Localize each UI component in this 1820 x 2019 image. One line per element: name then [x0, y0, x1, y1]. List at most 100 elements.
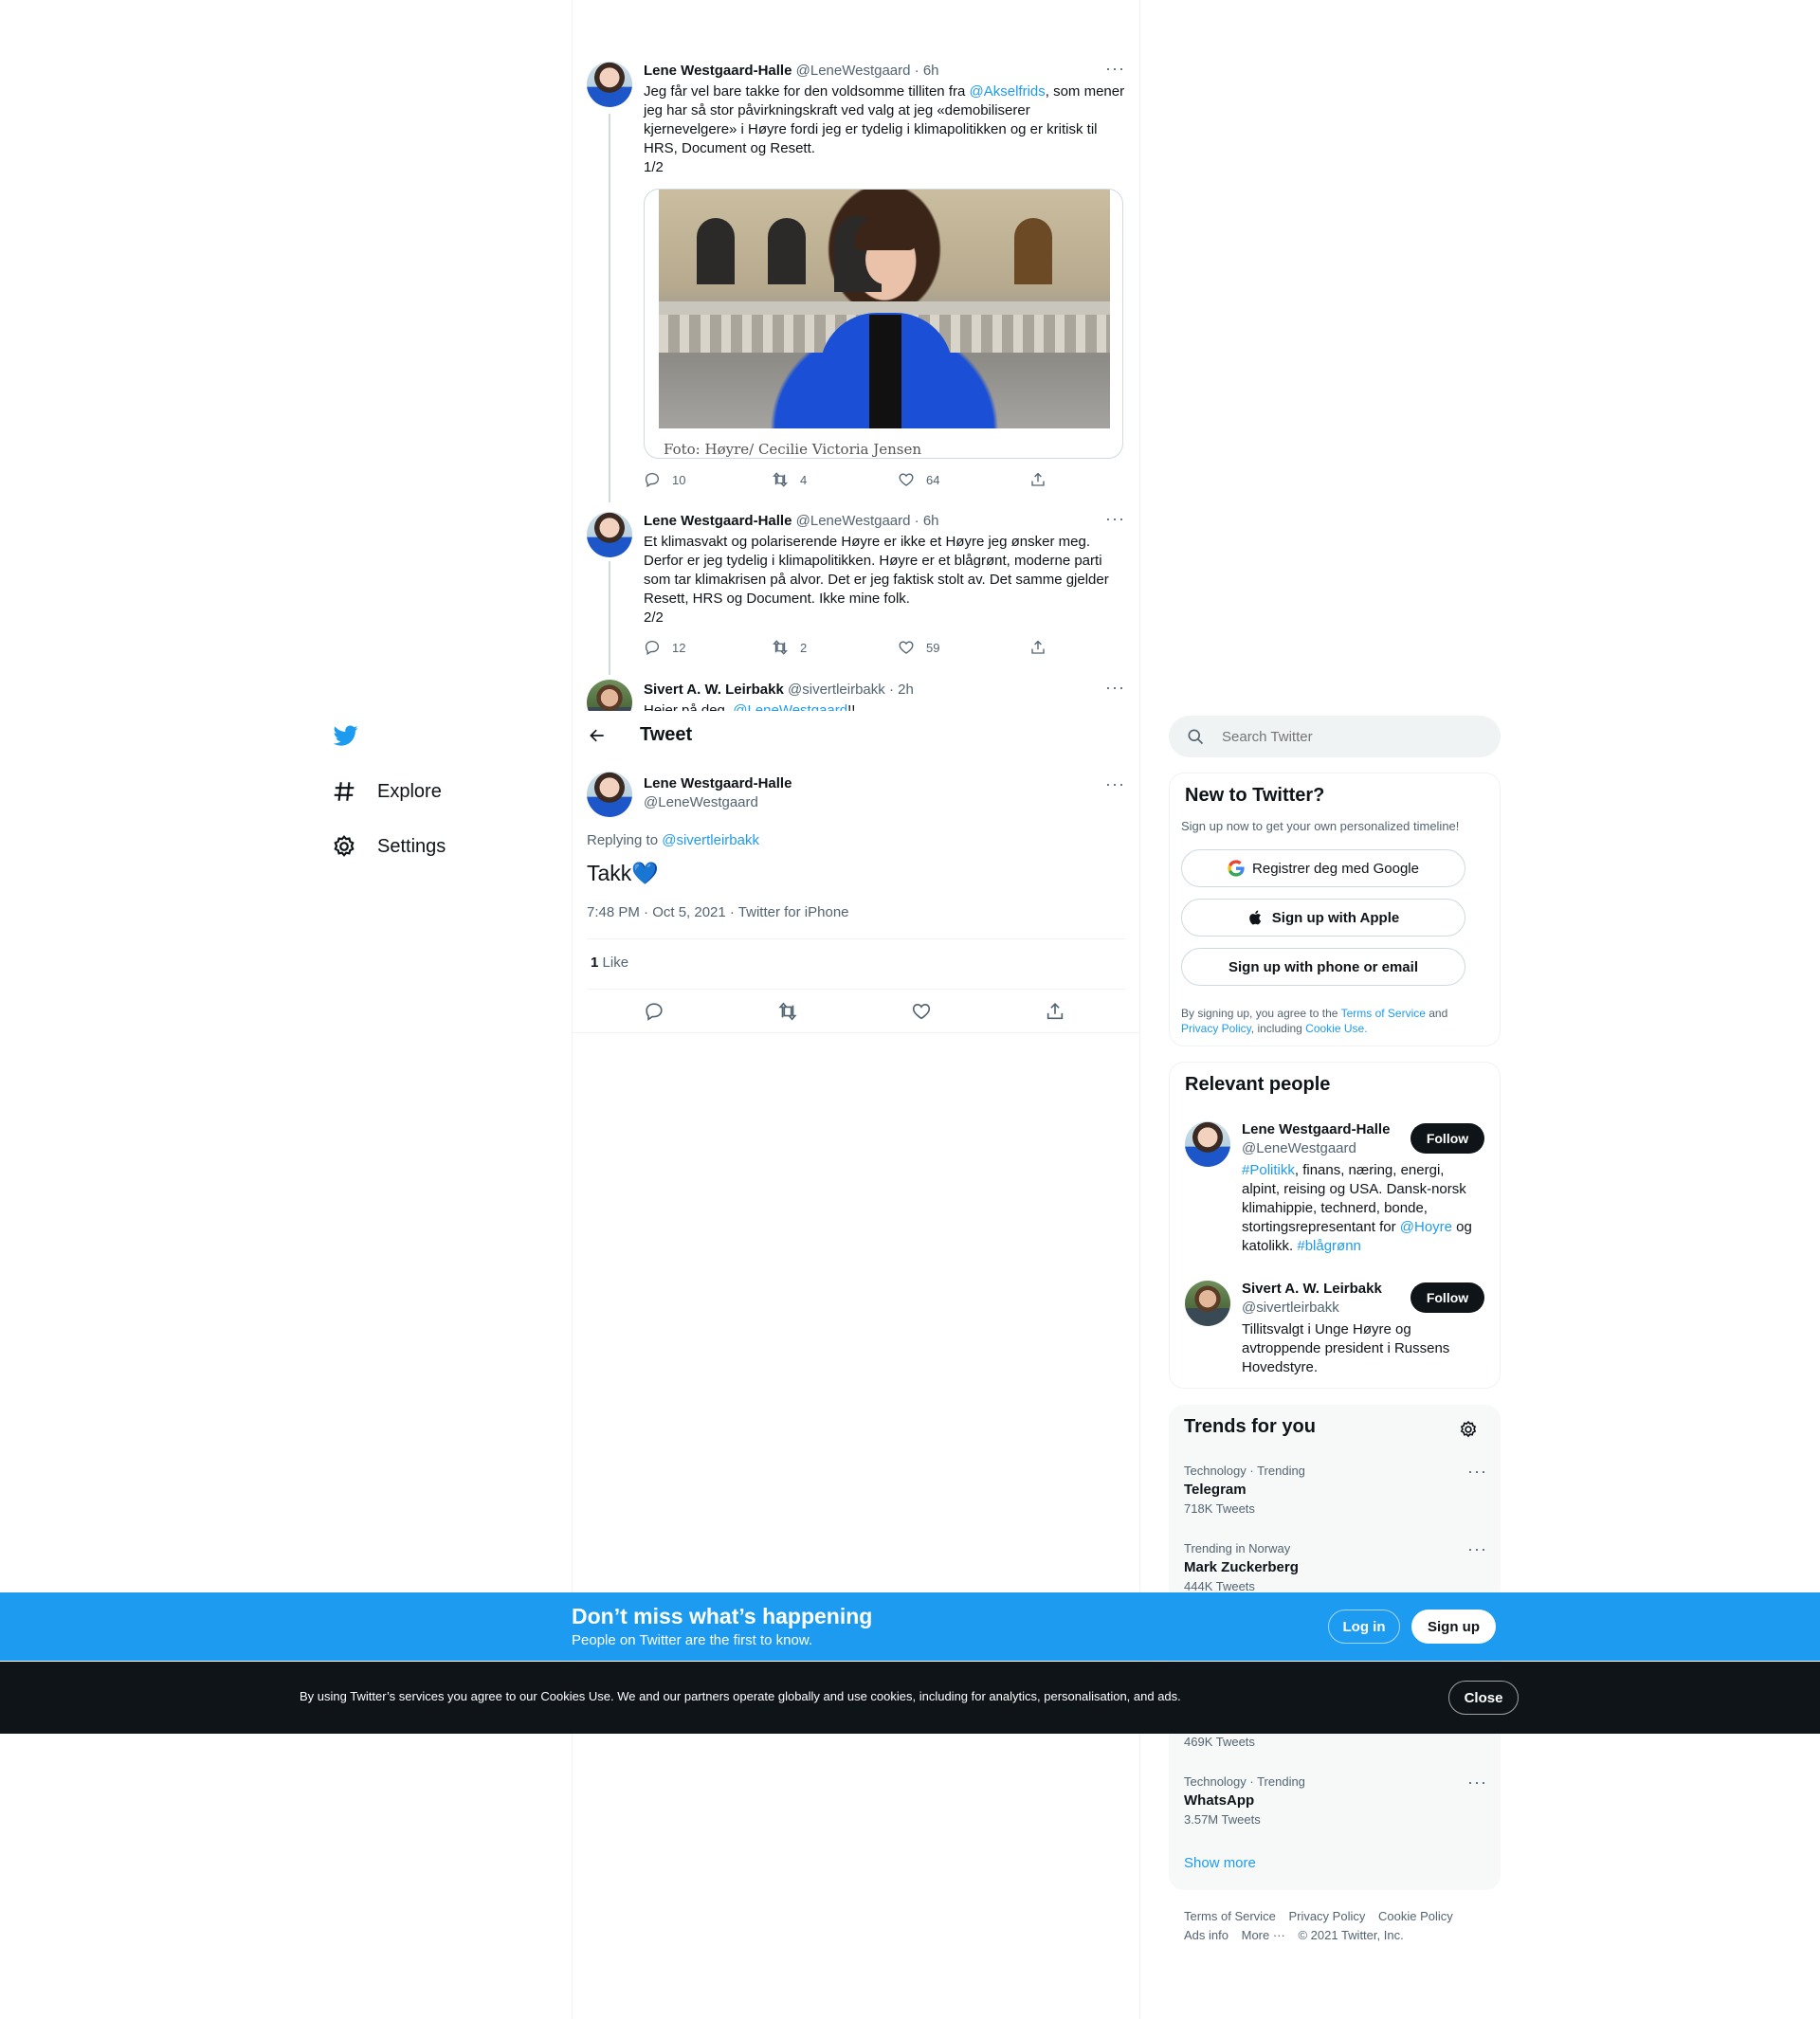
replying-mention[interactable]: @sivertleirbakk: [662, 832, 759, 848]
divider: [587, 938, 1125, 939]
more-icon[interactable]: ···: [1105, 59, 1125, 79]
more-icon[interactable]: ···: [1105, 678, 1125, 698]
author-handle[interactable]: @LeneWestgaard: [796, 63, 911, 79]
retweet-button[interactable]: 4: [772, 471, 807, 488]
reply-button[interactable]: 12: [644, 639, 685, 656]
author-handle[interactable]: @sivertleirbakk: [788, 682, 885, 698]
nav-settings[interactable]: Settings: [332, 834, 446, 859]
footer-copyright: © 2021 Twitter, Inc.: [1298, 1928, 1404, 1942]
gear-icon[interactable]: [1459, 1420, 1478, 1439]
author-name[interactable]: Lene Westgaard-Halle: [644, 513, 792, 529]
author-name[interactable]: Sivert A. W. Leirbakk: [644, 682, 784, 698]
twitter-logo-icon[interactable]: [332, 723, 360, 748]
follow-button[interactable]: Follow: [1410, 1123, 1484, 1154]
search-input[interactable]: [1222, 725, 1487, 748]
login-button[interactable]: Log in: [1328, 1610, 1400, 1644]
cookie-banner: By using Twitter’s services you agree to…: [0, 1662, 1820, 1734]
avatar[interactable]: [587, 512, 632, 557]
trend-count: 718K Tweets: [1184, 1501, 1255, 1516]
cookie-link[interactable]: Cookie Use.: [1305, 1022, 1367, 1035]
tweet-media-card[interactable]: Foto: Høyre/ Cecilie Victoria Jensen: [644, 189, 1123, 459]
more-icon[interactable]: ···: [1105, 509, 1125, 529]
tweet-text: Et klimasvakt og polariserende Høyre er …: [644, 533, 1127, 628]
person-handle[interactable]: @LeneWestgaard: [1242, 1140, 1356, 1156]
reply-icon[interactable]: [644, 1001, 664, 1022]
avatar[interactable]: [587, 62, 632, 107]
trend-item[interactable]: Technology · Trending Telegram 718K Twee…: [1184, 1462, 1487, 1516]
footer-ads[interactable]: Ads info: [1184, 1928, 1228, 1942]
nav-explore[interactable]: Explore: [332, 779, 442, 804]
trend-item[interactable]: Technology · Trending WhatsApp 3.57M Twe…: [1184, 1773, 1487, 1827]
tweet-meta[interactable]: 7:48 PM · Oct 5, 2021 · Twitter for iPho…: [587, 904, 849, 920]
search-box[interactable]: [1169, 716, 1501, 757]
retweet-icon: [773, 640, 788, 655]
replying-label: Replying to: [587, 832, 663, 848]
gear-icon: [334, 835, 355, 857]
panel-title: New to Twitter?: [1185, 785, 1325, 806]
privacy-link[interactable]: Privacy Policy: [1181, 1022, 1251, 1035]
share-button[interactable]: [1029, 471, 1046, 488]
share-button[interactable]: [1029, 639, 1046, 656]
mention-link[interactable]: @Akselfrids: [970, 83, 1046, 100]
tweet-text-part: !!: [847, 702, 856, 711]
follow-button[interactable]: Follow: [1410, 1282, 1484, 1313]
author-name[interactable]: Lene Westgaard-Halle: [644, 63, 792, 79]
tweet-time[interactable]: · 6h: [915, 513, 939, 529]
tos-link[interactable]: Terms of Service: [1341, 1007, 1426, 1020]
like-count: 59: [926, 640, 940, 655]
apple-signup-button[interactable]: Sign up with Apple: [1181, 899, 1465, 937]
trend-item[interactable]: Trending in Norway Mark Zuckerberg 444K …: [1184, 1539, 1487, 1593]
trend-count: 444K Tweets: [1184, 1579, 1255, 1593]
person-name[interactable]: Sivert A. W. Leirbakk: [1242, 1281, 1382, 1297]
tweet-time[interactable]: · 6h: [915, 63, 939, 79]
reply-icon: [645, 472, 660, 488]
trend-name: Mark Zuckerberg: [1184, 1559, 1299, 1575]
share-icon: [1031, 472, 1045, 486]
banner-subtitle: People on Twitter are the first to know.: [572, 1632, 813, 1648]
more-icon[interactable]: ···: [1467, 1773, 1487, 1792]
share-icon[interactable]: [1045, 1001, 1065, 1022]
like-button[interactable]: 59: [898, 639, 939, 656]
signup-button[interactable]: Sign up: [1411, 1610, 1496, 1644]
tweet-time[interactable]: · 2h: [889, 682, 914, 698]
phone-signup-label: Sign up with phone or email: [1228, 958, 1418, 975]
like-stat-count: 1: [591, 955, 599, 971]
footer-privacy[interactable]: Privacy Policy: [1288, 1909, 1365, 1923]
retweet-button[interactable]: 2: [772, 639, 807, 656]
footer-tos[interactable]: Terms of Service: [1184, 1909, 1276, 1923]
mention-link[interactable]: @LeneWestgaard: [733, 702, 847, 711]
back-arrow-icon[interactable]: [588, 726, 607, 745]
author-handle[interactable]: @LeneWestgaard: [644, 794, 758, 810]
apple-signup-label: Sign up with Apple: [1271, 909, 1400, 926]
person-name[interactable]: Lene Westgaard-Halle: [1242, 1121, 1390, 1137]
reply-count: 12: [672, 640, 686, 655]
show-more-link[interactable]: Show more: [1184, 1855, 1256, 1871]
more-icon[interactable]: ···: [1467, 1539, 1487, 1559]
heart-icon[interactable]: [911, 1001, 932, 1022]
focus-actions: [573, 990, 1139, 1033]
more-icon[interactable]: ···: [1105, 774, 1125, 794]
author-name[interactable]: Lene Westgaard-Halle: [644, 775, 792, 791]
avatar[interactable]: [1185, 1281, 1230, 1326]
hashtag-link[interactable]: #blågrønn: [1297, 1238, 1361, 1254]
person-handle[interactable]: @sivertleirbakk: [1242, 1300, 1339, 1316]
author-handle[interactable]: @LeneWestgaard: [796, 513, 911, 529]
share-icon: [1031, 640, 1045, 654]
mention-link[interactable]: @Hoyre: [1400, 1219, 1452, 1235]
footer-more[interactable]: More ···: [1242, 1928, 1285, 1942]
phone-signup-button[interactable]: Sign up with phone or email: [1181, 948, 1465, 986]
retweet-icon[interactable]: [777, 1001, 798, 1022]
more-icon[interactable]: ···: [1467, 1462, 1487, 1482]
avatar[interactable]: [1185, 1121, 1230, 1167]
like-stats[interactable]: 1 Like: [591, 955, 628, 971]
like-button[interactable]: 64: [898, 471, 939, 488]
hashtag-link[interactable]: #Politikk: [1242, 1162, 1295, 1178]
google-signup-button[interactable]: Registrer deg med Google: [1181, 849, 1465, 887]
page-title: Tweet: [640, 724, 693, 745]
avatar[interactable]: [587, 772, 632, 817]
avatar[interactable]: [587, 680, 632, 711]
reply-button[interactable]: 10: [644, 471, 685, 488]
close-button[interactable]: Close: [1448, 1681, 1519, 1715]
footer-cookie[interactable]: Cookie Policy: [1378, 1909, 1453, 1923]
signup-banner: Don’t miss what’s happening People on Tw…: [0, 1592, 1820, 1661]
